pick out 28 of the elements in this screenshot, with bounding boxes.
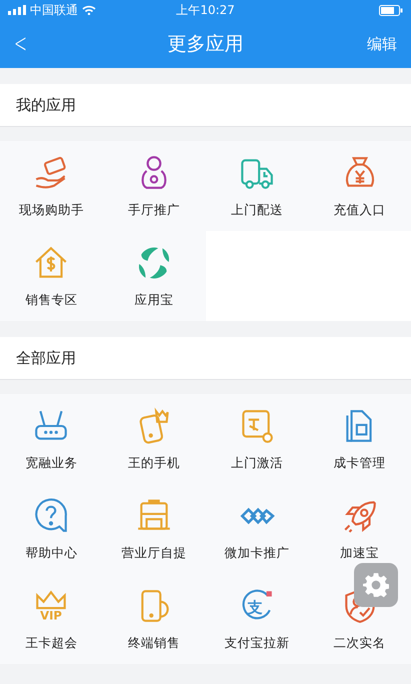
- app-label[interactable]: 微加卡推广: [224, 544, 290, 562]
- app-label[interactable]: 支付宝拉新: [224, 634, 290, 652]
- app-label[interactable]: 上门激活: [230, 454, 283, 472]
- app-label[interactable]: 上门配送: [230, 202, 283, 218]
- app-label[interactable]: 王的手机: [128, 454, 180, 472]
- app-label[interactable]: 终端销售: [128, 634, 180, 652]
- app-label[interactable]: 销售专区: [25, 292, 78, 308]
- carrier-name: 中国联通: [30, 2, 78, 18]
- app-label[interactable]: 现场购助手: [18, 202, 84, 218]
- signal-icon: [8, 5, 26, 15]
- app-label[interactable]: 手厅推广: [128, 202, 180, 218]
- status-time: 上午10:27: [176, 2, 235, 18]
- settings-icon: [363, 572, 389, 598]
- page-title: 更多应用: [168, 32, 244, 57]
- app-label[interactable]: 加速宝: [340, 544, 380, 562]
- app-label[interactable]: 宽融业务: [25, 454, 78, 472]
- app-label[interactable]: 成卡管理: [334, 454, 386, 472]
- app-label[interactable]: 二次实名: [334, 634, 386, 652]
- battery-icon: [379, 4, 403, 16]
- wifi-icon: [82, 5, 96, 15]
- settings-floating-button[interactable]: [354, 563, 398, 607]
- app-label[interactable]: 王卡超会: [25, 634, 78, 652]
- section-title: 全部应用: [16, 348, 76, 368]
- app-label[interactable]: 帮助中心: [25, 544, 78, 562]
- app-label[interactable]: 应用宝: [134, 292, 174, 308]
- app-label[interactable]: 营业厅自提: [122, 544, 187, 562]
- section-title: 我的应用: [16, 96, 76, 114]
- app-label[interactable]: 充值入口: [334, 202, 386, 218]
